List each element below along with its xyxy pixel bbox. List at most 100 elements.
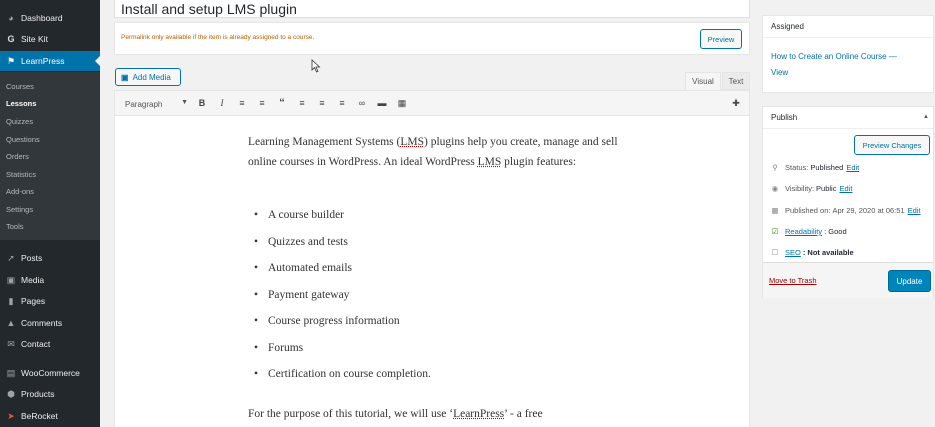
pages-icon: ▮ xyxy=(8,295,14,306)
align-left-icon[interactable]: ≡ xyxy=(295,96,309,110)
submenu-item-tools[interactable]: Tools xyxy=(6,222,24,231)
metabox-title: Publish xyxy=(771,113,798,122)
list-item: • A course builder xyxy=(254,209,345,221)
status-row: ⚲ Status: Published Edit xyxy=(769,163,859,172)
sidebar-item-dashboard[interactable]: ◕ Dashboard xyxy=(0,8,100,28)
sidebar-item-label: LearnPress xyxy=(21,56,65,66)
publish-metabox: Publish ▲ Preview Changes ⚲ Status: Publ… xyxy=(762,106,934,298)
numbered-list-icon[interactable]: ≡ xyxy=(255,96,269,110)
admin-sidebar: ◕ Dashboard G Site Kit ⚑ LearnPress Cour… xyxy=(0,0,100,427)
blockquote-icon[interactable]: “ xyxy=(275,96,289,110)
sidebar-item-posts[interactable]: ➚ Posts xyxy=(0,248,100,268)
rocket-icon: ➤ xyxy=(7,410,15,421)
fullscreen-icon[interactable]: ✚ xyxy=(729,96,743,110)
sidebar-item-label: Pages xyxy=(21,296,46,306)
intro-text-c: plugin features: xyxy=(501,156,577,168)
submenu-item-add-ons[interactable]: Add-ons xyxy=(6,187,34,196)
assigned-metabox: Assigned How to Create an Online Course … xyxy=(762,15,934,93)
submenu-item-questions[interactable]: Questions xyxy=(6,135,40,144)
preview-changes-button[interactable]: Preview Changes xyxy=(854,135,930,155)
assigned-view-link[interactable]: View xyxy=(771,65,931,81)
seo-icon: ☐ xyxy=(771,248,779,257)
comment-icon: ▲ xyxy=(6,318,16,328)
sidebar-item-label: Posts xyxy=(21,253,43,263)
sidebar-item-berocket[interactable]: ➤ BeRocket xyxy=(0,406,100,426)
published-value: Apr 29, 2020 at 06:51 xyxy=(832,206,905,215)
woocommerce-icon: ▤ xyxy=(6,367,16,378)
dashboard-icon: ◕ xyxy=(8,13,14,23)
align-center-icon[interactable]: ≡ xyxy=(315,96,329,110)
assigned-course: How to Create an Online Course — View xyxy=(771,49,931,81)
toolbar-toggle-icon[interactable]: ▦ xyxy=(395,96,409,110)
sidebar-item-label: Products xyxy=(21,389,55,399)
editor-toolbar: Paragraph ▼ B I ≡ ≡ “ ≡ ≡ ≡ ∞ ▬ ▦ ✚ xyxy=(114,90,750,116)
sidebar-item-learnpress[interactable]: ⚑ LearnPress xyxy=(0,51,100,71)
graduation-cap-icon: ⚑ xyxy=(6,55,16,66)
add-media-icon: ▣ xyxy=(121,72,129,82)
publish-header[interactable]: Publish ▲ xyxy=(763,107,933,129)
list-item-text: Certification on course completion. xyxy=(268,368,431,380)
italic-icon[interactable]: I xyxy=(215,96,229,110)
readability-icon: ☑ xyxy=(771,227,779,236)
readability-link[interactable]: Readability xyxy=(785,227,822,236)
sidebar-item-label: Media xyxy=(21,275,45,285)
list-item-text: A course builder xyxy=(268,209,345,221)
list-item-text: Automated emails xyxy=(268,262,352,274)
tab-visual[interactable]: Visual xyxy=(685,72,721,90)
closing-paragraph: For the purpose of this tutorial, we wil… xyxy=(248,408,543,420)
sidebar-item-media[interactable]: ▣ Media xyxy=(0,270,100,290)
submenu-item-courses[interactable]: Courses xyxy=(6,82,34,91)
published-on-row: ▦ Published on: Apr 29, 2020 at 06:51 Ed… xyxy=(769,206,921,215)
bullet-list-icon[interactable]: ≡ xyxy=(235,96,249,110)
assigned-course-link[interactable]: How to Create an Online Course — xyxy=(771,49,931,65)
sidebar-item-site-kit[interactable]: G Site Kit xyxy=(0,29,100,49)
published-label: Published on: xyxy=(785,206,831,215)
list-item: • Automated emails xyxy=(254,262,352,274)
submenu-item-settings[interactable]: Settings xyxy=(6,205,33,214)
eye-icon: ◉ xyxy=(771,184,779,193)
learnpress-submenu: Courses Lessons Quizzes Questions Orders… xyxy=(0,72,100,240)
tab-text[interactable]: Text xyxy=(722,72,750,90)
add-media-button[interactable]: ▣ Add Media xyxy=(115,68,181,86)
published-edit-link[interactable]: Edit xyxy=(908,206,921,215)
permalink-note: Permalink only available if the item is … xyxy=(121,34,315,41)
media-icon: ▣ xyxy=(6,274,16,285)
status-edit-link[interactable]: Edit xyxy=(846,163,859,172)
seo-value: : Not available xyxy=(802,248,854,257)
closing-text-b: ’ - a free xyxy=(504,408,543,420)
submenu-item-quizzes[interactable]: Quizzes xyxy=(6,117,33,126)
permalink-box: Permalink only available if the item is … xyxy=(114,22,750,55)
mouse-cursor-icon xyxy=(311,59,321,73)
list-item: • Certification on course completion. xyxy=(254,368,431,380)
visibility-label: Visibility: xyxy=(785,184,815,193)
closing-learnpress-term: LearnPress xyxy=(453,408,505,420)
update-button[interactable]: Update xyxy=(888,270,931,292)
intro-lms-term: LMS xyxy=(400,136,424,148)
status-value: Published xyxy=(810,163,844,172)
format-select[interactable]: Paragraph ▼ xyxy=(119,97,191,111)
sidebar-item-pages[interactable]: ▮ Pages xyxy=(0,291,100,311)
sidebar-item-contact[interactable]: ✉ Contact xyxy=(0,334,100,354)
submenu-item-lessons[interactable]: Lessons xyxy=(6,99,36,108)
editor-content[interactable]: Learning Management Systems (LMS) plugin… xyxy=(114,116,750,427)
submenu-item-statistics[interactable]: Statistics xyxy=(6,170,36,179)
list-item-text: Payment gateway xyxy=(268,288,350,301)
bold-icon[interactable]: B xyxy=(195,96,209,110)
post-title-input[interactable]: Install and setup LMS plugin xyxy=(114,0,750,18)
assigned-header[interactable]: Assigned xyxy=(763,16,933,38)
sidebar-item-label: BeRocket xyxy=(21,411,58,421)
visibility-row: ◉ Visibility: Public Edit xyxy=(769,184,853,193)
submenu-item-orders[interactable]: Orders xyxy=(6,152,29,161)
add-media-label: Add Media xyxy=(132,72,171,82)
read-more-icon[interactable]: ▬ xyxy=(375,96,389,110)
preview-button[interactable]: Preview xyxy=(700,29,742,49)
collapse-arrow-icon[interactable]: ▲ xyxy=(923,114,929,120)
visibility-edit-link[interactable]: Edit xyxy=(839,184,852,193)
seo-link[interactable]: SEO xyxy=(785,248,801,257)
link-icon[interactable]: ∞ xyxy=(355,96,369,110)
sidebar-item-comments[interactable]: ▲ Comments xyxy=(0,313,100,333)
align-right-icon[interactable]: ≡ xyxy=(335,96,349,110)
sidebar-item-woocommerce[interactable]: ▤ WooCommerce xyxy=(0,363,100,383)
sidebar-item-products[interactable]: ⬢ Products xyxy=(0,384,100,404)
move-to-trash-link[interactable]: Move to Trash xyxy=(769,276,817,285)
